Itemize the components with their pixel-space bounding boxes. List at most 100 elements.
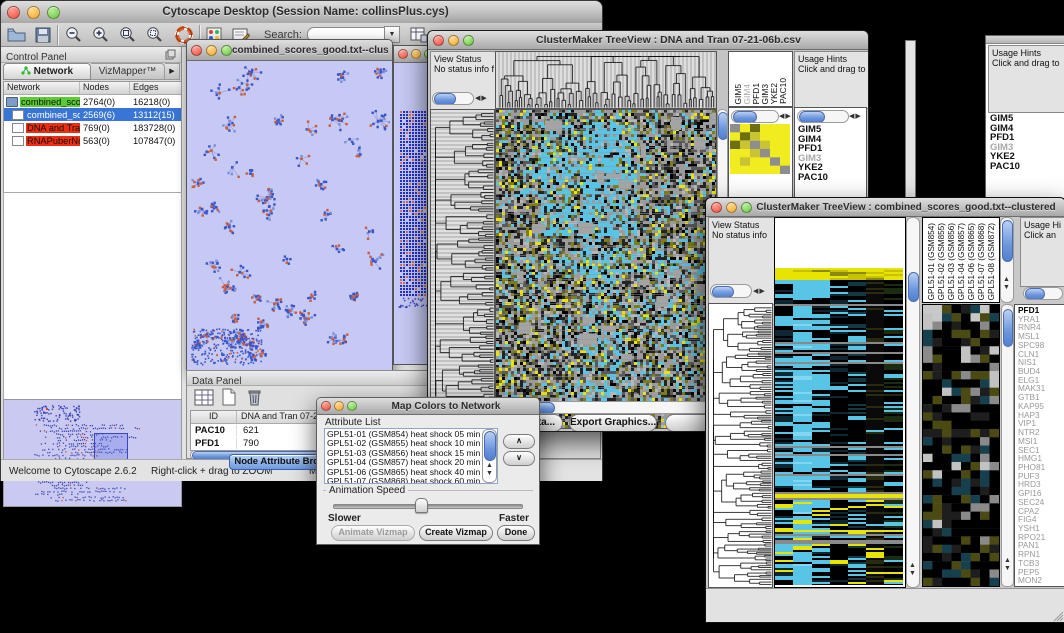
minimize-button[interactable]: [27, 6, 40, 19]
network-row[interactable]: RNAPuberNov2+563(0)107847(0): [4, 134, 181, 147]
faster-label: Faster: [499, 513, 529, 524]
minimize-button[interactable]: [411, 49, 421, 59]
zoom-button[interactable]: [463, 35, 474, 46]
tab-overflow-button[interactable]: ▶: [165, 63, 180, 80]
gene-list-hscrollbar[interactable]: [797, 110, 849, 123]
slider-thumb[interactable]: [415, 498, 428, 513]
zoom-button[interactable]: [347, 401, 357, 411]
column-label[interactable]: GPL51-06 (GSM865): [967, 223, 976, 300]
map-colors-dialog: Map Colors to Network Attribute List GPL…: [316, 397, 540, 545]
zoom-hscrollbar[interactable]: [731, 110, 779, 123]
network-view-title-bar[interactable]: combined_scores_good.txt--cluste...: [187, 40, 392, 61]
view-status-scrollbar[interactable]: [432, 92, 474, 105]
heatmap-global-view[interactable]: [495, 109, 717, 429]
control-panel-title: Control Panel: [6, 52, 67, 63]
minimize-button[interactable]: [726, 202, 737, 213]
zoom-selected-icon[interactable]: [145, 26, 165, 44]
network-overview[interactable]: [3, 399, 182, 507]
tab-network[interactable]: Network: [3, 63, 91, 80]
heatmap-global-view[interactable]: [774, 217, 906, 588]
row-dendrogram[interactable]: [430, 109, 495, 429]
zoom-out-icon[interactable]: [64, 26, 84, 44]
zoom-fit-icon[interactable]: [118, 26, 138, 44]
column-labels-panel: GPL51-01 (GSM854)GPL51-02 (GSM855)GPL51-…: [922, 217, 1000, 303]
column-labels-scrollbar[interactable]: ▲▼: [1000, 217, 1014, 303]
network-row[interactable]: combined_scores2764(0)16218(0): [4, 95, 181, 108]
close-button[interactable]: [191, 45, 202, 56]
column-header-edges[interactable]: Edges: [130, 82, 181, 94]
animation-speed-label: Animation Speed: [326, 485, 408, 496]
minimize-button[interactable]: [334, 401, 344, 411]
status-welcome: Welcome to Cytoscape 2.6.2: [9, 466, 137, 477]
network-view-title: combined_scores_good.txt--cluste...: [232, 45, 388, 56]
column-label[interactable]: GPL51-07 (GSM868): [977, 223, 986, 300]
heatmap-zoom-view[interactable]: [922, 304, 1000, 587]
close-button[interactable]: [433, 35, 444, 46]
usage-hints-scrollbar[interactable]: [1023, 287, 1063, 300]
table-grid-icon[interactable]: [194, 389, 214, 406]
attribute-listbox[interactable]: GPL51-01 (GSM854) heat shock 05 minGPL51…: [324, 428, 498, 484]
heatmap-vscrollbar[interactable]: ▲▼: [906, 217, 920, 588]
save-icon[interactable]: [35, 27, 51, 43]
zoom-button[interactable]: [47, 6, 60, 19]
column-dendrogram[interactable]: [495, 51, 717, 109]
export-graphics-button[interactable]: Export Graphics...: [569, 414, 657, 432]
attribute-item[interactable]: GPL51-07 (GSM868) heat shock 60 min: [327, 477, 495, 484]
zoom-vscrollbar[interactable]: ▲▼: [1001, 304, 1014, 587]
done-button[interactable]: Done: [497, 525, 535, 541]
treeview1-title-bar[interactable]: ClusterMaker TreeView : DNA and Tran 07-…: [428, 31, 868, 50]
float-window-icon[interactable]: [165, 49, 176, 60]
column-label[interactable]: GPL51-03 (GSM856): [947, 223, 956, 300]
attribute-list-scrollbar[interactable]: ▲▼: [482, 429, 497, 483]
network-row[interactable]: combined_sco2569(6)13112(15): [4, 108, 181, 121]
gene-label[interactable]: PAC10: [990, 162, 1020, 172]
treeview-window-back-panel: Usage Hints Click and drag to GIM5GIM4PF…: [985, 35, 1064, 198]
treeview1-title: ClusterMaker TreeView : DNA and Tran 07-…: [474, 34, 863, 46]
network-row-name: DNA and Tran 07: [4, 121, 80, 134]
column-header-network[interactable]: Network: [4, 82, 80, 94]
animate-vizmap-button[interactable]: Animate Vizmap: [331, 525, 415, 541]
file-icon: [12, 123, 24, 133]
heatmap-zoom-view[interactable]: [730, 124, 790, 174]
network-graph-canvas[interactable]: [187, 61, 390, 370]
close-button[interactable]: [398, 49, 408, 59]
treeview2-window: ClusterMaker TreeView : combined_scores_…: [705, 197, 1064, 623]
zoom-button[interactable]: [741, 202, 752, 213]
minimize-button[interactable]: [448, 35, 459, 46]
new-attribute-icon[interactable]: [221, 388, 237, 406]
zoom-in-icon[interactable]: [91, 26, 111, 44]
delete-attribute-icon[interactable]: [247, 388, 262, 406]
attribute-table-icon[interactable]: [410, 27, 428, 43]
data-column-id[interactable]: ID: [191, 411, 237, 423]
column-label[interactable]: GPL51-02 (GSM855): [937, 223, 946, 300]
close-button[interactable]: [321, 401, 331, 411]
main-title-bar[interactable]: Cytoscape Desktop (Session Name: collins…: [1, 1, 602, 24]
resize-grip[interactable]: [1052, 610, 1064, 622]
network-row[interactable]: DNA and Tran 07769(0)183728(0): [4, 121, 181, 134]
column-label[interactable]: PAC10: [778, 78, 788, 104]
treeview2-title-bar[interactable]: ClusterMaker TreeView : combined_scores_…: [706, 198, 1064, 217]
close-button[interactable]: [7, 6, 20, 19]
network-icon: [21, 66, 31, 75]
row-dendrogram[interactable]: [708, 303, 773, 588]
minimize-button[interactable]: [206, 45, 217, 56]
tab-vizmapper[interactable]: VizMapper™: [91, 63, 165, 80]
column-header-nodes[interactable]: Nodes: [80, 82, 130, 94]
column-label[interactable]: GPL51-01 (GSM854): [927, 223, 936, 300]
gene-label[interactable]: MON2: [1018, 576, 1045, 585]
zoom-button[interactable]: [221, 45, 232, 56]
animation-speed-slider[interactable]: [333, 504, 523, 509]
network-row-nodes: 2764(0): [80, 97, 130, 107]
network-row-name: combined_scores: [4, 95, 80, 108]
column-label[interactable]: GPL51-04 (GSM857): [957, 223, 966, 300]
close-button[interactable]: [711, 202, 722, 213]
move-down-button[interactable]: ∨: [503, 451, 535, 466]
gene-label[interactable]: PAC10: [798, 173, 828, 183]
open-folder-icon[interactable]: [7, 27, 27, 43]
view-status-scrollbar[interactable]: [710, 284, 752, 298]
create-vizmap-button[interactable]: Create Vizmap: [419, 525, 493, 541]
column-label[interactable]: GPL51-08 (GSM872): [987, 223, 996, 300]
folder-icon: [6, 97, 18, 107]
dialog-title-bar[interactable]: Map Colors to Network: [317, 398, 539, 415]
move-up-button[interactable]: ∧: [503, 434, 535, 449]
